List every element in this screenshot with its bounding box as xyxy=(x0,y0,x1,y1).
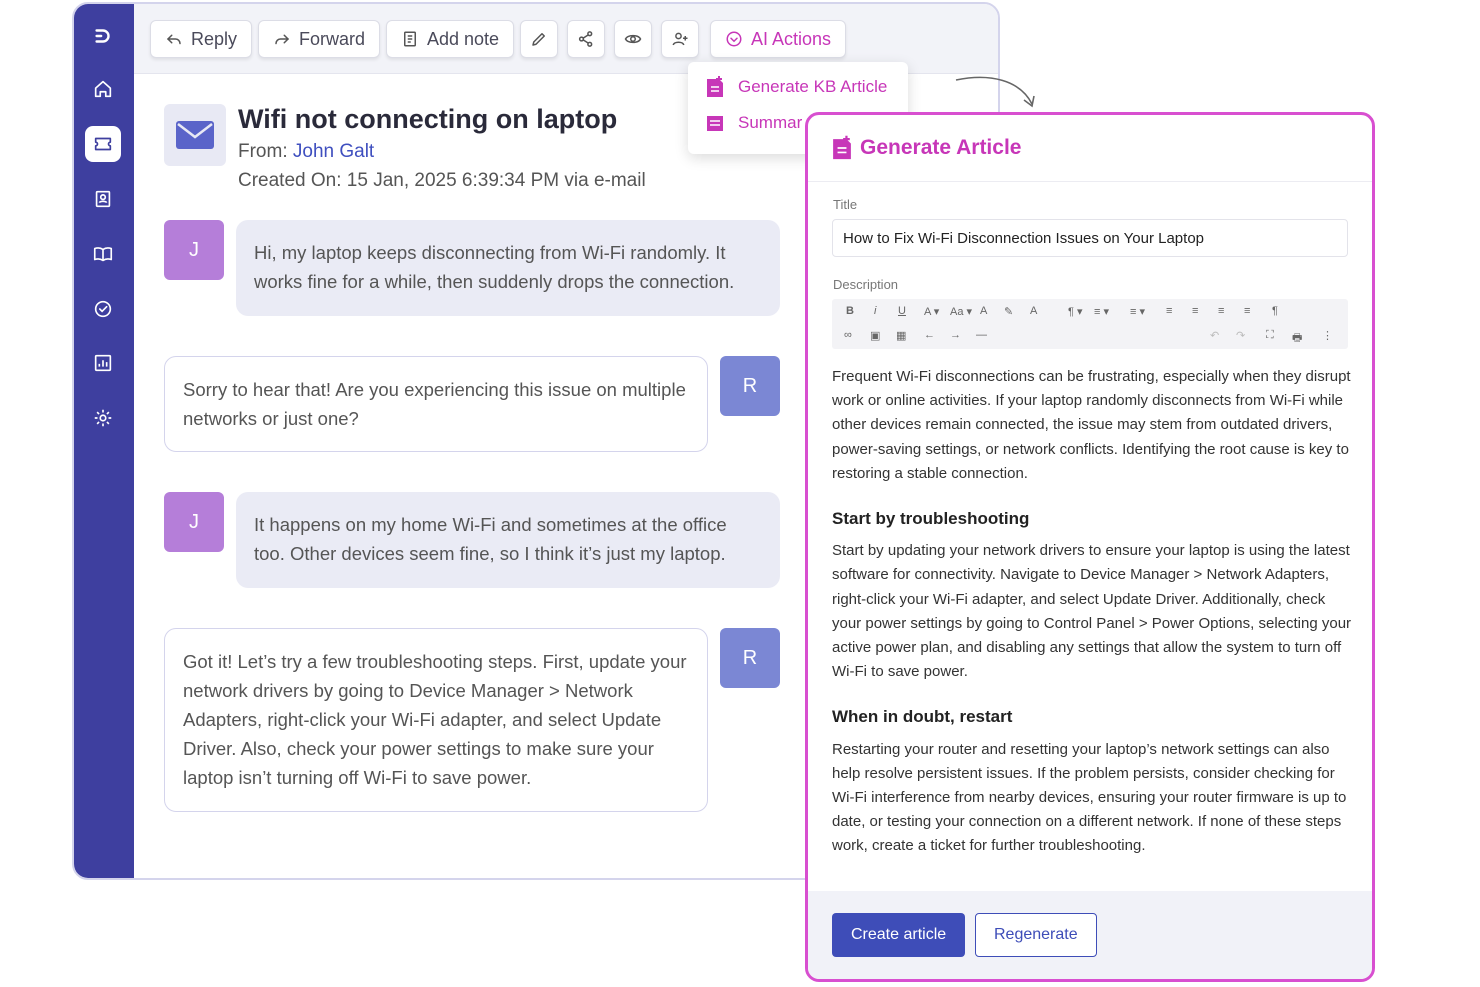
rtl-button[interactable]: ¶ xyxy=(1272,305,1278,317)
description-label: Description xyxy=(833,277,899,292)
title-label: Title xyxy=(833,197,858,212)
paragraph-button[interactable]: ¶ ▾ xyxy=(1068,305,1083,318)
share-button[interactable] xyxy=(567,20,605,58)
redo-icon[interactable]: ↷ xyxy=(1236,329,1245,342)
fullscreen-icon[interactable]: ⛶ xyxy=(1266,329,1274,342)
summary-icon xyxy=(707,116,723,131)
from-label: From: xyxy=(238,141,288,162)
section-body: Restarting your router and resetting you… xyxy=(832,740,1347,855)
undo-icon[interactable]: ↶ xyxy=(1210,329,1219,342)
reply-button[interactable]: Reply xyxy=(150,20,253,58)
horizontal-rule-icon[interactable]: — xyxy=(976,329,987,341)
add-note-button[interactable]: Add note xyxy=(386,20,515,58)
article-body-editor[interactable]: Frequent Wi-Fi disconnections can be fru… xyxy=(832,365,1354,880)
agent-avatar: R xyxy=(720,356,780,416)
document-plus-icon xyxy=(833,135,851,160)
eye-icon xyxy=(624,34,642,44)
justify-button[interactable]: ≡ xyxy=(1244,305,1250,317)
document-plus-icon xyxy=(707,76,723,97)
forward-icon xyxy=(275,34,290,45)
summarize-label: Summar xyxy=(738,113,803,132)
sidebar xyxy=(74,4,134,878)
agent-message: Sorry to hear that! Are you experiencing… xyxy=(164,356,708,452)
section-heading: Start by troubleshooting xyxy=(832,509,1030,529)
customer-avatar: J xyxy=(164,220,224,280)
outdent-icon[interactable]: ← xyxy=(924,329,935,341)
pencil-icon xyxy=(532,33,545,46)
customer-avatar: J xyxy=(164,492,224,552)
unordered-list-button[interactable]: ≡ ▾ xyxy=(1130,305,1145,318)
tasks-icon[interactable] xyxy=(85,291,121,327)
rich-text-toolbar: B i U A ▾ Aa ▾ A ✎ A ¶ ▾ ≡ ▾ ≡ ▾ ≡ ≡ ≡ ≡… xyxy=(832,299,1348,349)
highlight-button[interactable]: ✎ xyxy=(1004,305,1013,318)
image-icon[interactable]: ▣ xyxy=(870,329,880,342)
customer-message: Hi, my laptop keeps disconnecting from W… xyxy=(236,220,780,316)
agent-avatar: R xyxy=(720,628,780,688)
ticket-created-on: Created On: 15 Jan, 2025 6:39:34 PM via … xyxy=(238,170,646,191)
email-source-icon xyxy=(164,104,226,166)
agent-message: Got it! Let’s try a few troubleshooting … xyxy=(164,628,708,812)
article-intro: Frequent Wi-Fi disconnections can be fru… xyxy=(832,368,1351,482)
underline-button[interactable]: U xyxy=(898,305,906,317)
generate-article-panel: Generate Article Title How to Fix Wi-Fi … xyxy=(805,112,1375,982)
reply-label: Reply xyxy=(191,28,238,49)
watch-button[interactable] xyxy=(614,20,652,58)
requester-name-link[interactable]: John Galt xyxy=(293,141,374,162)
ticket-from: From: John Galt xyxy=(238,141,374,163)
assign-user-icon xyxy=(672,32,688,46)
create-article-button[interactable]: Create article xyxy=(832,913,966,957)
ordered-list-button[interactable]: ≡ ▾ xyxy=(1094,305,1109,318)
align-left-button[interactable]: ≡ xyxy=(1166,305,1172,317)
font-color-button[interactable]: A ▾ xyxy=(924,305,939,318)
more-icon[interactable]: ⋮ xyxy=(1322,329,1333,342)
section-heading: When in doubt, restart xyxy=(832,707,1013,727)
generate-kb-article-menu-item[interactable]: Generate KB Article xyxy=(706,76,887,98)
regenerate-button[interactable]: Regenerate xyxy=(975,913,1097,957)
ai-actions-label: AI Actions xyxy=(751,28,832,49)
edit-button[interactable] xyxy=(520,20,558,58)
customer-message: It happens on my home Wi-Fi and sometime… xyxy=(236,492,780,588)
logo-icon[interactable] xyxy=(85,18,121,54)
forward-label: Forward xyxy=(299,28,366,49)
summarize-menu-item[interactable]: Summar xyxy=(706,112,802,134)
ai-text-button[interactable]: A xyxy=(1030,305,1037,317)
ai-actions-button[interactable]: AI Actions xyxy=(710,20,847,58)
assign-button[interactable] xyxy=(661,20,699,58)
panel-title: Generate Article xyxy=(860,136,1022,159)
panel-footer: Create article Regenerate xyxy=(808,891,1372,979)
section-body: Start by updating your network drivers t… xyxy=(832,542,1352,681)
ai-chevron-circle-icon xyxy=(726,31,742,47)
knowledge-base-icon[interactable] xyxy=(85,236,121,272)
reply-icon xyxy=(166,34,181,45)
print-icon[interactable]: 🖶 xyxy=(1292,329,1302,348)
divider xyxy=(808,181,1372,182)
curved-arrow-icon xyxy=(955,76,1035,108)
note-icon xyxy=(404,31,416,47)
link-icon[interactable]: ∞ xyxy=(844,329,852,341)
bold-button[interactable]: B xyxy=(846,305,854,317)
font-size-button[interactable]: Aa ▾ xyxy=(950,305,972,318)
generate-kb-article-label: Generate KB Article xyxy=(738,77,888,96)
panel-header: Generate Article xyxy=(832,135,1021,161)
italic-button[interactable]: i xyxy=(874,305,876,317)
format-button[interactable]: A xyxy=(980,305,987,317)
forward-button[interactable]: Forward xyxy=(258,20,381,58)
add-note-label: Add note xyxy=(427,28,500,49)
table-icon[interactable]: ▦ xyxy=(896,329,906,342)
contacts-icon[interactable] xyxy=(85,181,121,217)
article-title-input[interactable]: How to Fix Wi-Fi Disconnection Issues on… xyxy=(832,219,1348,257)
tickets-icon[interactable] xyxy=(85,126,121,162)
align-right-button[interactable]: ≡ xyxy=(1218,305,1224,317)
settings-icon[interactable] xyxy=(85,400,121,436)
indent-icon[interactable]: → xyxy=(950,329,961,341)
reports-icon[interactable] xyxy=(85,345,121,381)
share-icon xyxy=(578,31,593,47)
home-icon[interactable] xyxy=(85,71,121,107)
ticket-title: Wifi not connecting on laptop xyxy=(238,104,618,134)
align-center-button[interactable]: ≡ xyxy=(1192,305,1198,317)
